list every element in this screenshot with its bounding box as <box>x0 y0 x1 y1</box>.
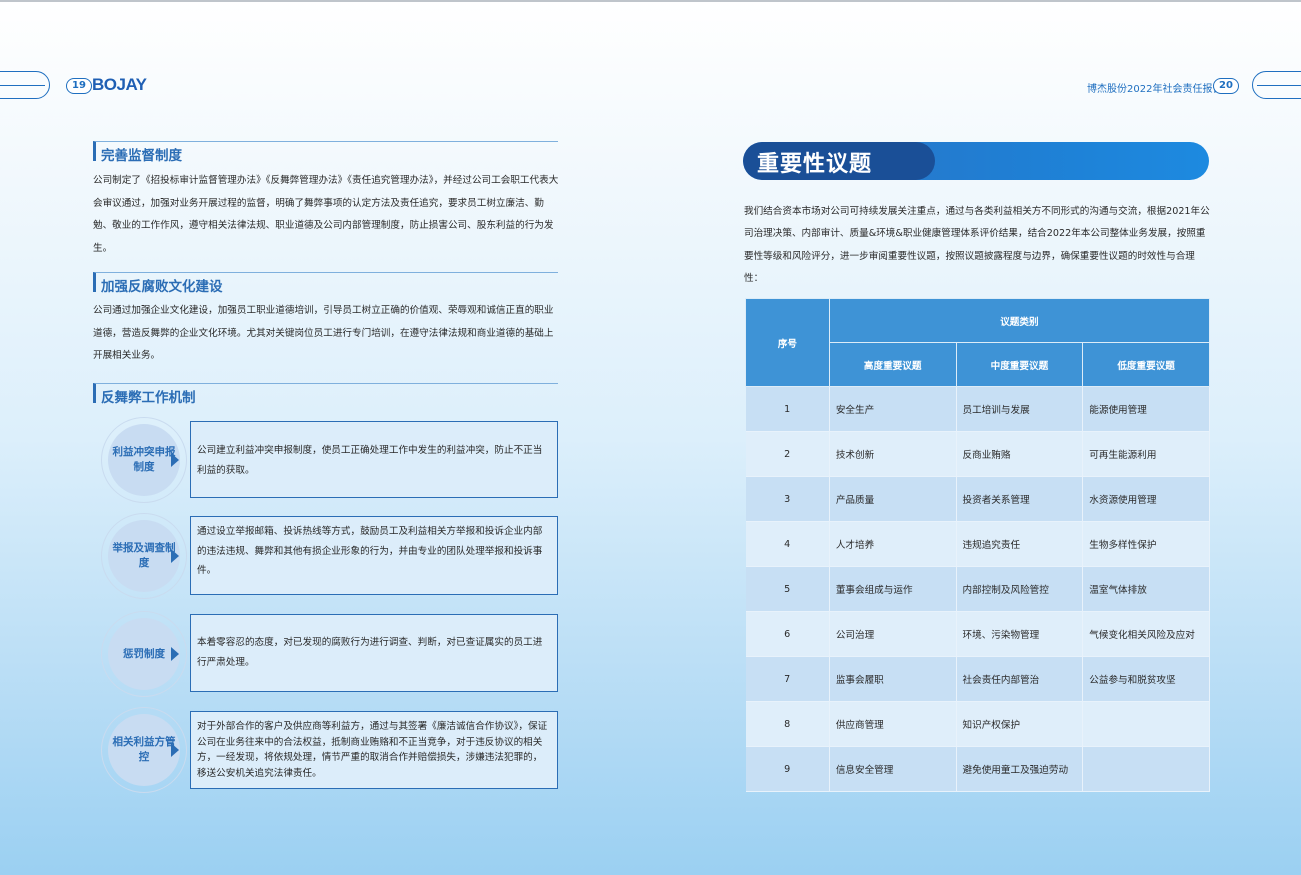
cell-high: 信息安全管理 <box>829 746 957 792</box>
table-row: 8 供应商管理 知识产权保护 <box>745 701 1210 747</box>
header-low: 低度重要议题 <box>1082 342 1210 387</box>
mechanism-description: 通过设立举报邮箱、投诉热线等方式，鼓励员工及利益相关方举报和投诉企业内部的违法违… <box>190 516 558 595</box>
cell-num: 5 <box>745 566 830 612</box>
bojay-logo: BOJAY <box>92 75 147 94</box>
banner-title: 重要性议题 <box>757 152 873 177</box>
table-row: 2 技术创新 反商业贿赂 可再生能源利用 <box>745 431 1210 477</box>
cell-low: 水资源使用管理 <box>1082 476 1210 522</box>
arrow-right-icon <box>171 453 179 467</box>
cell-num: 8 <box>745 701 830 747</box>
report-title: 博杰股份2022年社会责任报告 <box>1087 84 1223 95</box>
mechanism-label: 相关利益方管控 <box>108 714 180 786</box>
cell-low: 能源使用管理 <box>1082 386 1210 432</box>
mechanism-description: 公司建立利益冲突申报制度，使员工正确处理工作中发生的利益冲突，防止不正当利益的获… <box>190 421 558 498</box>
table-row: 3 产品质量 投资者关系管理 水资源使用管理 <box>745 476 1210 522</box>
table-row: 7 监事会履职 社会责任内部管治 公益参与和脱贫攻坚 <box>745 656 1210 702</box>
left-page-number: 19 <box>66 78 92 94</box>
cell-high: 公司治理 <box>829 611 957 657</box>
arrow-right-icon <box>171 549 179 563</box>
cell-high: 监事会履职 <box>829 656 957 702</box>
cell-low <box>1082 701 1210 747</box>
section-text-supervision: 公司制定了《招投标审计监督管理办法》《反舞弊管理办法》《责任追究管理办法》，并经… <box>93 175 559 254</box>
table-row: 1 安全生产 员工培训与发展 能源使用管理 <box>745 386 1210 432</box>
table-row: 4 人才培养 违规追究责任 生物多样性保护 <box>745 521 1210 567</box>
section-text-anti-corruption-culture: 公司通过加强企业文化建设，加强员工职业道德培训，引导员工树立正确的价值观、荣辱观… <box>93 305 554 362</box>
section-banner: 重要性议题 <box>743 142 1209 180</box>
cell-low <box>1082 746 1210 792</box>
section-heading-anti-fraud-mechanism: 反舞弊工作机制 <box>93 383 558 406</box>
cell-low: 公益参与和脱贫攻坚 <box>1082 656 1210 702</box>
right-page-number: 20 <box>1213 78 1239 94</box>
arrow-right-icon <box>171 743 179 757</box>
cell-num: 2 <box>745 431 830 477</box>
mechanism-label: 利益冲突申报制度 <box>108 424 180 496</box>
cell-mid: 内部控制及风险管控 <box>956 566 1084 612</box>
cell-mid: 知识产权保护 <box>956 701 1084 747</box>
table-row: 6 公司治理 环境、污染物管理 气候变化相关风险及应对 <box>745 611 1210 657</box>
header-seq: 序号 <box>745 298 830 387</box>
cell-high: 董事会组成与运作 <box>829 566 957 612</box>
cell-mid: 避免使用童工及强迫劳动 <box>956 746 1084 792</box>
mechanism-label: 举报及调查制度 <box>108 520 180 592</box>
cell-low: 生物多样性保护 <box>1082 521 1210 567</box>
table-row: 5 董事会组成与运作 内部控制及风险管控 温室气体排放 <box>745 566 1210 612</box>
cell-mid: 环境、污染物管理 <box>956 611 1084 657</box>
cell-high: 产品质量 <box>829 476 957 522</box>
top-border <box>0 0 1301 2</box>
cell-high: 人才培养 <box>829 521 957 567</box>
intro-paragraph: 我们结合资本市场对公司可持续发展关注重点，通过与各类利益相关方不同形式的沟通与交… <box>744 206 1210 285</box>
cell-mid: 投资者关系管理 <box>956 476 1084 522</box>
cell-num: 7 <box>745 656 830 702</box>
cell-mid: 反商业贿赂 <box>956 431 1084 477</box>
mechanism-label: 惩罚制度 <box>108 618 180 690</box>
table-row: 9 信息安全管理 避免使用童工及强迫劳动 <box>745 746 1210 792</box>
cell-mid: 违规追究责任 <box>956 521 1084 567</box>
cell-num: 3 <box>745 476 830 522</box>
cell-mid: 员工培训与发展 <box>956 386 1084 432</box>
mechanism-description: 本着零容忍的态度，对已发现的腐败行为进行调查、判断，对已查证属实的员工进行严肃处… <box>190 614 558 692</box>
header-topic-category: 议题类别 <box>828 298 1211 343</box>
section-heading-supervision: 完善监督制度 <box>93 141 558 164</box>
cell-high: 技术创新 <box>829 431 957 477</box>
cell-num: 9 <box>745 746 830 792</box>
cell-low: 气候变化相关风险及应对 <box>1082 611 1210 657</box>
header-mid: 中度重要议题 <box>955 342 1084 387</box>
cell-num: 6 <box>745 611 830 657</box>
cell-mid: 社会责任内部管治 <box>956 656 1084 702</box>
mechanism-description: 对于外部合作的客户及供应商等利益方，通过与其签署《廉洁诚信合作协议》，保证公司在… <box>190 711 558 789</box>
right-page-ornament <box>1252 71 1301 99</box>
cell-num: 1 <box>745 386 830 432</box>
cell-low: 可再生能源利用 <box>1082 431 1210 477</box>
header-high: 高度重要议题 <box>828 342 957 387</box>
cell-high: 供应商管理 <box>829 701 957 747</box>
arrow-right-icon <box>171 647 179 661</box>
cell-high: 安全生产 <box>829 386 957 432</box>
materiality-table: 序号 议题类别 高度重要议题 中度重要议题 低度重要议题 1 安全生产 员工培训… <box>745 298 1211 792</box>
left-page-ornament <box>0 71 50 99</box>
cell-low: 温室气体排放 <box>1082 566 1210 612</box>
section-heading-anti-corruption-culture: 加强反腐败文化建设 <box>93 272 558 295</box>
cell-num: 4 <box>745 521 830 567</box>
